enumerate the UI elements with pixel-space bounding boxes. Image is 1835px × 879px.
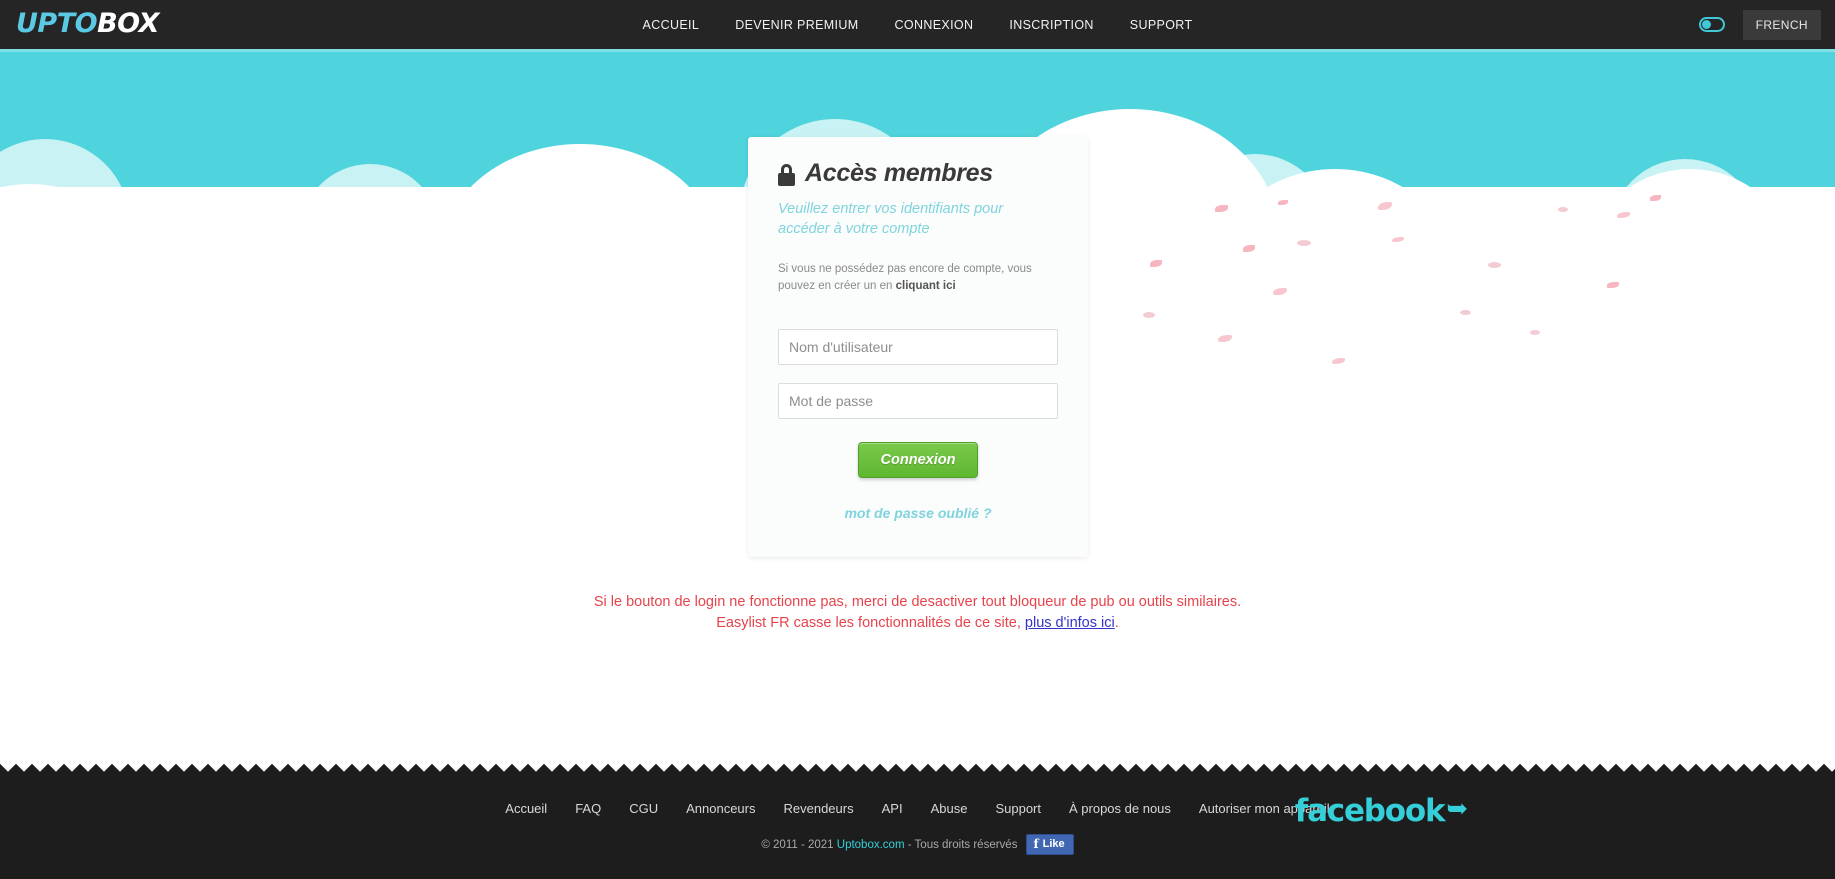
- top-navigation-bar: UPTOBOX ACCUEIL DEVENIR PREMIUM CONNEXIO…: [0, 0, 1835, 49]
- petal-decoration: [1273, 288, 1287, 295]
- nav-right-controls: FRENCH: [1698, 0, 1821, 49]
- adblock-warning-line2: Easylist FR casse les fonctionnalités de…: [0, 613, 1835, 634]
- nav-item-connexion[interactable]: CONNEXION: [877, 1, 992, 49]
- login-card: Accès membres Veuillez entrer vos identi…: [748, 137, 1088, 557]
- footer-link-a-propos[interactable]: À propos de nous: [1055, 797, 1185, 820]
- login-subtitle: Veuillez entrer vos identifiants pour ac…: [778, 201, 1004, 237]
- copyright-site-link[interactable]: Uptobox.com: [837, 839, 905, 851]
- site-footer: Accueil FAQ CGU Annonceurs Revendeurs AP…: [0, 775, 1835, 879]
- copyright-line: © 2011 - 2021 Uptobox.com - Tous droits …: [0, 834, 1835, 855]
- signup-note: Si vous ne possédez pas encore de compte…: [778, 261, 1058, 294]
- adblock-warning-line1: Si le bouton de login ne fonctionne pas,…: [593, 594, 1242, 610]
- copyright-prefix: © 2011 - 2021: [761, 838, 837, 851]
- footer-link-revendeurs[interactable]: Revendeurs: [770, 797, 868, 820]
- username-input[interactable]: [778, 329, 1058, 366]
- footer-link-support[interactable]: Support: [981, 797, 1055, 820]
- adblock-warning: Si le bouton de login ne fonctionne pas,…: [0, 592, 1835, 634]
- petal-decoration: [1558, 207, 1568, 212]
- nav-item-accueil[interactable]: ACCUEIL: [625, 1, 718, 49]
- adblock-warning-line2-text: Easylist FR casse les fonctionnalités de…: [716, 615, 1025, 632]
- petal-decoration: [1530, 330, 1540, 335]
- password-input[interactable]: [778, 383, 1058, 420]
- petal-decoration: [1488, 262, 1501, 268]
- petal-decoration: [1297, 240, 1311, 246]
- nav-item-support[interactable]: SUPPORT: [1112, 1, 1211, 49]
- signup-note-link[interactable]: cliquant ici: [896, 280, 956, 292]
- language-selector-button[interactable]: FRENCH: [1742, 9, 1821, 40]
- footer-link-faq[interactable]: FAQ: [561, 797, 615, 820]
- forgot-password-row: mot de passe oublié ?: [778, 505, 1058, 523]
- primary-nav: ACCUEIL DEVENIR PREMIUM CONNEXION INSCRI…: [0, 0, 1835, 49]
- adblock-warning-line2-suffix: .: [1114, 615, 1119, 632]
- nav-item-inscription[interactable]: INSCRIPTION: [991, 1, 1111, 49]
- footer-link-accueil[interactable]: Accueil: [491, 797, 561, 820]
- petal-decoration: [1460, 310, 1471, 315]
- copyright-text: © 2011 - 2021 Uptobox.com - Tous droits …: [761, 839, 1017, 851]
- footer-nav: Accueil FAQ CGU Annonceurs Revendeurs AP…: [0, 797, 1835, 820]
- petal-decoration: [1332, 358, 1345, 364]
- facebook-like-label: Like: [1042, 838, 1065, 850]
- petal-decoration: [1607, 282, 1619, 288]
- footer-link-abuse[interactable]: Abuse: [917, 797, 982, 820]
- adblock-info-link[interactable]: plus d'infos ici: [1025, 615, 1115, 631]
- theme-toggle-icon[interactable]: [1698, 17, 1725, 32]
- footer-zigzag-divider: [0, 761, 1835, 775]
- forgot-password-link[interactable]: mot de passe oublié ?: [844, 505, 991, 521]
- submit-row: Connexion: [778, 442, 1058, 479]
- facebook-f-icon: f: [1033, 837, 1039, 851]
- lock-icon: [778, 163, 795, 186]
- footer-link-cgu[interactable]: CGU: [615, 797, 672, 820]
- facebook-bird-icon: ➥: [1446, 794, 1468, 824]
- petal-decoration: [1143, 312, 1155, 318]
- facebook-logo[interactable]: facebook ➥: [1294, 793, 1468, 829]
- login-title-text: Accès membres: [805, 159, 993, 187]
- petal-decoration: [1243, 245, 1255, 252]
- petal-decoration: [1218, 335, 1232, 342]
- login-card-title: Accès membres: [778, 137, 1058, 188]
- petal-decoration: [1150, 260, 1162, 267]
- footer-link-api[interactable]: API: [868, 797, 917, 820]
- copyright-suffix: - Tous droits réservés: [904, 838, 1018, 851]
- nav-item-devenir-premium[interactable]: DEVENIR PREMIUM: [717, 1, 876, 49]
- sky-highlight-line: [0, 49, 1835, 52]
- footer-link-annonceurs[interactable]: Annonceurs: [672, 797, 769, 820]
- facebook-like-button[interactable]: f Like: [1026, 834, 1074, 855]
- login-submit-button[interactable]: Connexion: [857, 442, 979, 479]
- facebook-wordmark: facebook: [1294, 793, 1446, 829]
